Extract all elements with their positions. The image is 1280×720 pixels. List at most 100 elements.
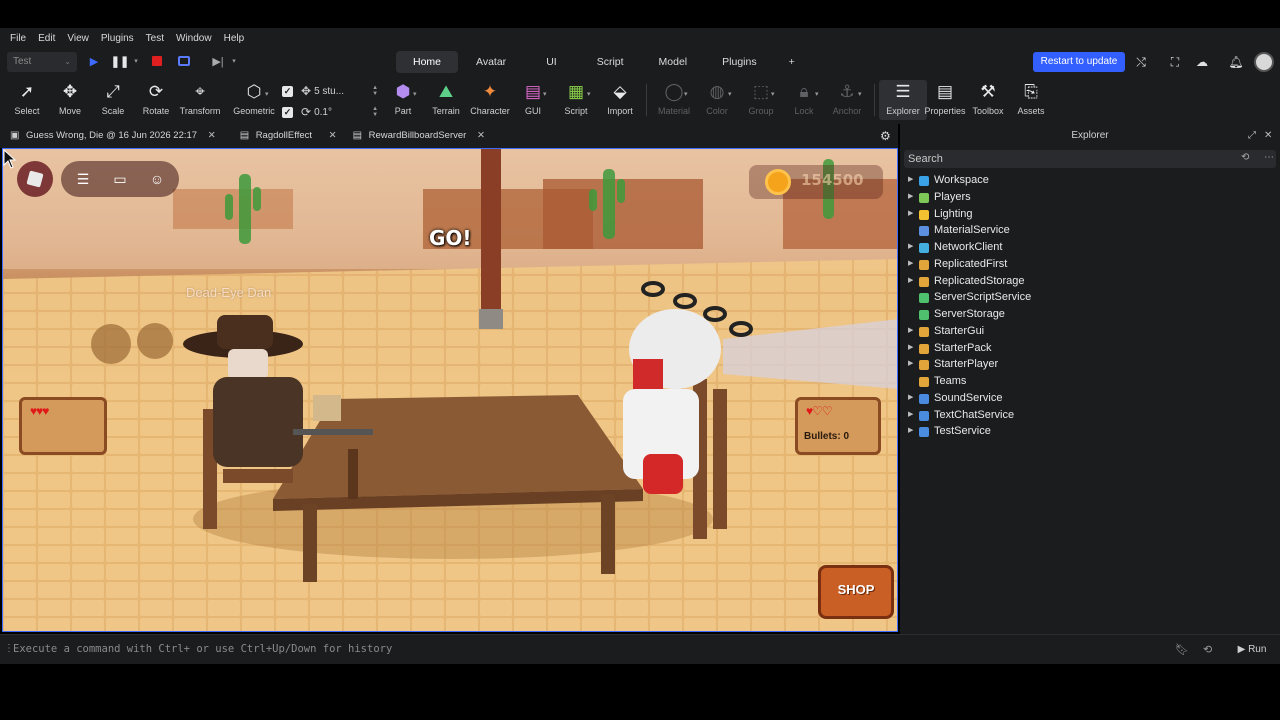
explorer-item[interactable]: ServerStorage — [900, 306, 1280, 323]
command-input[interactable]: Execute a command with Ctrl+ or use Ctrl… — [13, 643, 392, 655]
run-button[interactable]: ▶ Run — [1230, 640, 1274, 660]
expand-arrow-icon[interactable]: ▶ — [908, 239, 913, 256]
explorer-item[interactable]: ▶ Lighting — [900, 206, 1280, 223]
rotate-snap-value[interactable]: 0.1° — [314, 107, 372, 118]
expand-arrow-icon[interactable]: ▶ — [908, 189, 913, 206]
part-button[interactable]: ⬢ Part — [379, 80, 427, 120]
gui-button[interactable]: ▤ GUI — [509, 80, 557, 120]
hamburger-menu-icon[interactable]: ☰ — [73, 169, 93, 189]
geometric-chevron-icon[interactable]: ▾ — [265, 90, 269, 98]
select-tool[interactable]: ➚ Select — [3, 80, 51, 120]
expand-arrow-icon[interactable]: ▶ — [908, 390, 913, 407]
menu-file[interactable]: File — [4, 33, 32, 44]
menu-help[interactable]: Help — [218, 33, 251, 44]
restart-to-update-button[interactable]: Restart to update — [1033, 52, 1125, 72]
roblox-menu-button[interactable] — [17, 161, 53, 197]
close-icon[interactable]: ✕ — [477, 130, 485, 141]
gui-chevron-icon[interactable]: ▾ — [543, 90, 547, 98]
explorer-item[interactable]: ▶ ReplicatedStorage — [900, 273, 1280, 290]
more-options-icon[interactable]: ⋯ — [1264, 152, 1274, 163]
expand-arrow-icon[interactable]: ▶ — [908, 407, 913, 424]
group-button[interactable]: ⬚ Group — [737, 80, 785, 120]
user-avatar[interactable] — [1254, 52, 1274, 72]
expand-arrow-icon[interactable]: ▶ — [908, 340, 913, 357]
expand-arrow-icon[interactable]: ▶ — [908, 323, 913, 340]
explorer-search-input[interactable] — [904, 150, 1204, 168]
terrain-button[interactable]: ⛰ Terrain — [422, 80, 470, 120]
expand-arrow-icon[interactable]: ▶ — [908, 256, 913, 273]
rotate-tool[interactable]: ⟳ Rotate — [132, 80, 180, 120]
settings-gear-icon[interactable]: ⚙ — [880, 129, 891, 143]
game-viewport[interactable]: ☰ ▭ ☺ 154500 GO! Dead-Eye Dan ♥♥♥ ♥♡♡ Bu… — [2, 148, 898, 632]
client-server-icon[interactable] — [176, 53, 192, 69]
doc-tab-rewardbillboardserver[interactable]: ▤ RewardBillboardServer ✕ — [343, 124, 493, 148]
material-chevron-icon[interactable]: ▾ — [684, 90, 688, 98]
doc-tab-place[interactable]: ▣ Guess Wrong, Die @ 16 Jun 2026 22:17 ✕ — [0, 124, 224, 148]
explorer-item[interactable]: ▶ SoundService — [900, 390, 1280, 407]
close-icon[interactable]: ✕ — [208, 130, 216, 141]
explorer-item[interactable]: ▶ StarterPack — [900, 340, 1280, 357]
close-icon[interactable]: ✕ — [1264, 124, 1272, 148]
history-icon[interactable]: ⟲ — [1203, 643, 1212, 656]
color-button[interactable]: ◍ Color — [693, 80, 741, 120]
explorer-item[interactable]: ▶ TestService — [900, 423, 1280, 440]
collaborate-icon[interactable]: ⛶ — [1166, 53, 1184, 71]
add-tab-button[interactable]: + — [775, 51, 809, 73]
menu-view[interactable]: View — [61, 33, 95, 44]
import-button[interactable]: ⬙ Import — [596, 80, 644, 120]
anchor-chevron-icon[interactable]: ▾ — [858, 90, 862, 98]
explorer-item[interactable]: ▶ Workspace — [900, 172, 1280, 189]
properties-toggle-button[interactable]: ▤ Properties — [921, 80, 969, 120]
bookmark-icon[interactable]: 🔖︎ — [1175, 643, 1189, 656]
chat-icon[interactable]: ▭ — [110, 169, 130, 189]
cloud-icon[interactable]: ☁ — [1193, 53, 1211, 71]
assets-toggle-button[interactable]: ⎘ Assets — [1007, 80, 1055, 120]
mode-select[interactable]: Test ⌄ — [7, 52, 77, 72]
close-icon[interactable]: ✕ — [329, 130, 337, 141]
script-chevron-icon[interactable]: ▾ — [587, 90, 591, 98]
explorer-item[interactable]: ServerScriptService — [900, 289, 1280, 306]
move-tool[interactable]: ✥ Move — [46, 80, 94, 120]
tab-script[interactable]: Script — [580, 51, 641, 73]
explorer-item[interactable]: Teams — [900, 373, 1280, 390]
explorer-item[interactable]: ▶ StarterGui — [900, 323, 1280, 340]
expand-arrow-icon[interactable]: ▶ — [908, 273, 913, 290]
explorer-item[interactable]: MaterialService — [900, 222, 1280, 239]
expand-arrow-icon[interactable]: ▶ — [908, 206, 913, 223]
menu-window[interactable]: Window — [170, 33, 218, 44]
tab-ui[interactable]: UI — [524, 51, 579, 73]
expand-arrow-icon[interactable]: ▶ — [908, 423, 913, 440]
script-button[interactable]: ▦ Script — [552, 80, 600, 120]
doc-tab-ragdolleffect[interactable]: ▤ RagdollEffect ✕ — [230, 124, 345, 148]
move-snap-stepper-icon[interactable]: ▲ ▼ — [372, 85, 378, 97]
tab-home[interactable]: Home — [396, 51, 459, 73]
explorer-item[interactable]: ▶ Players — [900, 189, 1280, 206]
part-chevron-icon[interactable]: ▾ — [413, 90, 417, 98]
share-icon[interactable]: ⤭ — [1132, 53, 1150, 71]
menu-edit[interactable]: Edit — [32, 33, 61, 44]
pop-out-icon[interactable]: ⤢ — [1248, 124, 1256, 148]
color-chevron-icon[interactable]: ▾ — [728, 90, 732, 98]
lock-chevron-icon[interactable]: ▾ — [815, 90, 819, 98]
play-icon[interactable]: ▶ — [86, 53, 102, 69]
material-button[interactable]: ◯ Material — [650, 80, 698, 120]
transform-tool[interactable]: ⌖ Transform — [176, 80, 224, 120]
rotate-snap-checkbox[interactable]: ✓ — [282, 106, 293, 118]
lock-button[interactable]: 🔒︎ Lock — [780, 80, 828, 120]
stop-icon[interactable] — [149, 53, 165, 69]
tab-plugins[interactable]: Plugins — [705, 51, 773, 73]
group-chevron-icon[interactable]: ▾ — [771, 90, 775, 98]
menu-plugins[interactable]: Plugins — [95, 33, 140, 44]
emote-icon[interactable]: ☺ — [147, 169, 167, 189]
character-button[interactable]: ✦ Character — [466, 80, 514, 120]
tab-model[interactable]: Model — [642, 51, 705, 73]
shop-button[interactable]: SHOP — [818, 565, 894, 619]
explorer-item[interactable]: ▶ TextChatService — [900, 407, 1280, 424]
step-options-chevron-icon[interactable]: ▾ — [226, 53, 242, 69]
toolbox-toggle-button[interactable]: ⚒ Toolbox — [964, 80, 1012, 120]
scale-tool[interactable]: ⤢ Scale — [89, 80, 137, 120]
play-options-chevron-icon[interactable]: ▾ — [128, 53, 144, 69]
rotate-snap-stepper-icon[interactable]: ▲ ▼ — [372, 106, 378, 118]
anchor-button[interactable]: ⚓︎ Anchor — [823, 80, 871, 120]
move-snap-checkbox[interactable]: ✓ — [282, 85, 293, 97]
